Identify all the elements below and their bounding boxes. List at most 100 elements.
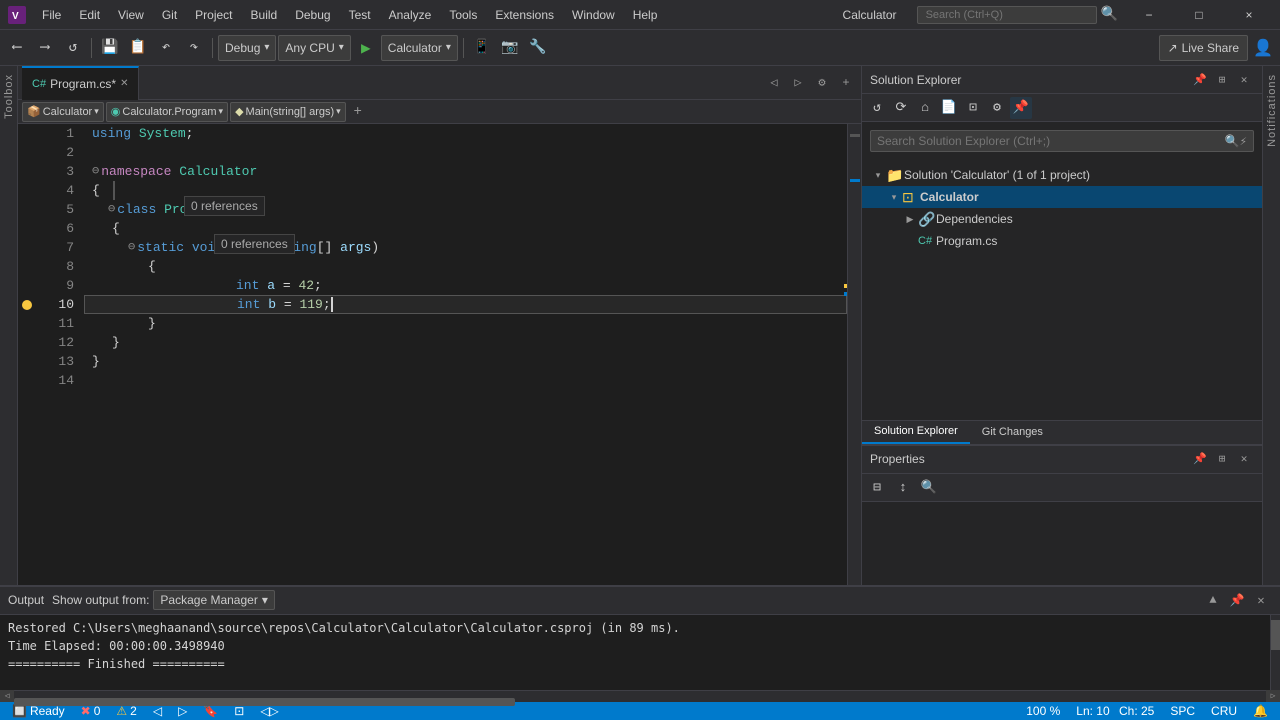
- tree-item-solution[interactable]: ▾ 📁 Solution 'Calculator' (1 of 1 projec…: [862, 164, 1262, 186]
- se-tab-git[interactable]: Git Changes: [970, 420, 1055, 444]
- menu-view[interactable]: View: [110, 6, 152, 24]
- output-hscrollbar[interactable]: ◁ ▷: [0, 690, 1280, 702]
- hscroll-left-button[interactable]: ◁: [0, 690, 14, 702]
- tree-item-calculator[interactable]: ▾ ⊡ Calculator: [862, 186, 1262, 208]
- output-up-button[interactable]: ▲: [1202, 589, 1224, 611]
- tab-scroll-left[interactable]: ◁: [763, 72, 785, 94]
- se-sync-button[interactable]: ↺: [866, 97, 888, 119]
- output-close-button[interactable]: ✕: [1250, 589, 1272, 611]
- undo-button[interactable]: ↶: [153, 35, 179, 61]
- se-show-files-button[interactable]: 📄: [938, 97, 960, 119]
- menu-test[interactable]: Test: [341, 6, 379, 24]
- filter-icon[interactable]: ⚡: [1240, 134, 1247, 149]
- props-categories-button[interactable]: ⊟: [866, 476, 888, 498]
- se-pin-active-button[interactable]: 📌: [1010, 97, 1032, 119]
- status-line-col[interactable]: Ln: 10 Ch: 25: [1072, 704, 1158, 718]
- expand-icon[interactable]: ▾: [870, 170, 886, 181]
- se-pin-button[interactable]: 📌: [1190, 70, 1210, 90]
- tab-close-button[interactable]: ✕: [120, 78, 128, 89]
- menu-debug[interactable]: Debug: [287, 6, 338, 24]
- global-search-input[interactable]: [917, 6, 1097, 24]
- live-share-button[interactable]: ↗ Live Share: [1159, 35, 1248, 61]
- line-num-6: 6: [36, 219, 74, 238]
- notifications-sidebar[interactable]: Notifications: [1262, 66, 1280, 585]
- menu-project[interactable]: Project: [187, 6, 240, 24]
- props-expand-button[interactable]: ⊞: [1212, 449, 1232, 469]
- refresh-button[interactable]: ↺: [60, 35, 86, 61]
- close-button[interactable]: ×: [1226, 0, 1272, 30]
- add-breadcrumb-button[interactable]: +: [348, 102, 368, 122]
- start-button[interactable]: ▶: [353, 35, 379, 61]
- props-close-button[interactable]: ✕: [1234, 449, 1254, 469]
- add-tab-button[interactable]: +: [835, 72, 857, 94]
- context-dropdown-2[interactable]: ◉ Calculator.Program ▾: [106, 102, 228, 122]
- se-close-button[interactable]: ✕: [1234, 70, 1254, 90]
- menu-git[interactable]: Git: [154, 6, 185, 24]
- props-pin-button[interactable]: 📌: [1190, 449, 1210, 469]
- context-dropdown-3[interactable]: ◆ Main(string[] args) ▾: [230, 102, 346, 122]
- hscroll-right-button[interactable]: ▷: [1266, 690, 1280, 702]
- toolbox-sidebar[interactable]: Toolbox: [0, 66, 18, 585]
- status-zoom[interactable]: 100 %: [1022, 704, 1064, 718]
- se-settings-button[interactable]: ⚙: [986, 97, 1008, 119]
- status-spaces[interactable]: SPC: [1166, 704, 1199, 718]
- scroll-thumb[interactable]: [1271, 620, 1280, 650]
- menu-extensions[interactable]: Extensions: [487, 6, 562, 24]
- tab-program-cs[interactable]: C# Program.cs* ✕: [22, 66, 139, 100]
- tree-item-program-cs[interactable]: C# Program.cs: [862, 230, 1262, 252]
- menu-build[interactable]: Build: [243, 6, 286, 24]
- redo-button[interactable]: ↷: [181, 35, 207, 61]
- device-button[interactable]: 📱: [469, 35, 495, 61]
- tab-scroll-right[interactable]: ▷: [787, 72, 809, 94]
- se-search-input[interactable]: [877, 134, 1225, 148]
- se-collapse-button[interactable]: ⊞: [1212, 70, 1232, 90]
- expand-icon[interactable]: ▶: [902, 214, 918, 225]
- output-pin-button[interactable]: 📌: [1226, 589, 1248, 611]
- menu-window[interactable]: Window: [564, 6, 623, 24]
- status-encoding[interactable]: CRU: [1207, 704, 1241, 718]
- se-refresh-button[interactable]: ⟳: [890, 97, 912, 119]
- account-button[interactable]: 👤: [1250, 35, 1276, 61]
- output-line-2: Time Elapsed: 00:00:00.3498940: [8, 637, 1262, 655]
- expand-icon[interactable]: ▾: [886, 192, 902, 203]
- save-button[interactable]: 💾: [97, 35, 123, 61]
- context-dropdown-1[interactable]: 📦 Calculator ▾: [22, 102, 104, 122]
- status-notifications[interactable]: 🔔: [1249, 704, 1272, 718]
- screenshot-button[interactable]: 📷: [497, 35, 523, 61]
- se-home-button[interactable]: ⌂: [914, 97, 936, 119]
- forward-button[interactable]: ⟶: [32, 35, 58, 61]
- platform-dropdown[interactable]: Any CPU ▾: [278, 35, 350, 61]
- code-content[interactable]: using System ; ⊖ namespace Calculator: [84, 124, 847, 585]
- props-sort-button[interactable]: ↕: [892, 476, 914, 498]
- maximize-button[interactable]: □: [1176, 0, 1222, 30]
- menu-file[interactable]: File: [34, 6, 69, 24]
- menu-tools[interactable]: Tools: [441, 6, 485, 24]
- save-all-button[interactable]: 📋: [125, 35, 151, 61]
- settings-icon[interactable]: ⚙: [811, 72, 833, 94]
- code-line-9: int a = 42 ;: [84, 276, 847, 295]
- back-button[interactable]: ⟵: [4, 35, 30, 61]
- se-collapse-all-button[interactable]: ⊡: [962, 97, 984, 119]
- debug-mode-dropdown[interactable]: Debug ▾: [218, 35, 276, 61]
- menu-help[interactable]: Help: [625, 6, 666, 24]
- toolbar-separator-2: [212, 38, 213, 58]
- props-search-button[interactable]: 🔍: [918, 476, 940, 498]
- output-scrollbar[interactable]: [1270, 615, 1280, 690]
- menu-analyze[interactable]: Analyze: [381, 6, 440, 24]
- se-tab-solution[interactable]: Solution Explorer: [862, 420, 970, 444]
- keyword-int-b: int: [237, 295, 260, 314]
- code-editor[interactable]: 1 2 3 4 5 6 7 8 9 10 11 12 13 14: [18, 124, 861, 585]
- line-num-12: 12: [36, 333, 74, 352]
- minimize-button[interactable]: −: [1126, 0, 1172, 30]
- project-dropdown[interactable]: Calculator ▾: [381, 35, 458, 61]
- output-source-dropdown[interactable]: Package Manager ▾: [153, 590, 274, 610]
- indicator-1: [18, 124, 36, 143]
- tree-item-dependencies[interactable]: ▶ 🔗 Dependencies: [862, 208, 1262, 230]
- se-header: Solution Explorer 📌 ⊞ ✕: [862, 66, 1262, 94]
- inspect-button[interactable]: 🔧: [525, 35, 551, 61]
- editor-scrollbar[interactable]: [847, 124, 861, 585]
- menu-edit[interactable]: Edit: [71, 6, 108, 24]
- se-search-box[interactable]: 🔍 ⚡: [870, 130, 1254, 152]
- hscroll-thumb[interactable]: [14, 698, 515, 706]
- code-line-8: {: [84, 257, 847, 276]
